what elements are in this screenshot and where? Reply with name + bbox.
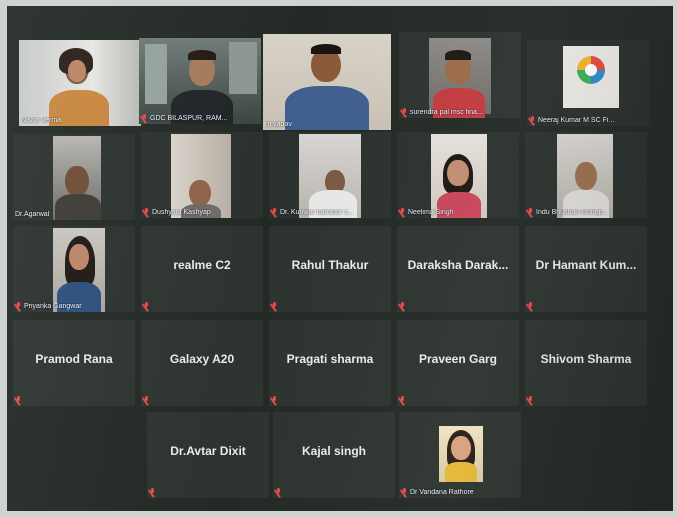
participant-name: Dr.Agarwal bbox=[15, 211, 50, 218]
participant-tile[interactable]: Kajal singh bbox=[273, 412, 395, 498]
meeting-gallery-view: Nisha Verma GDC BILASPUR, RAM... rp yada… bbox=[7, 6, 673, 511]
muted-mic-icon bbox=[527, 208, 534, 216]
participant-tile[interactable]: Pramod Rana bbox=[13, 320, 135, 406]
muted-mic-icon bbox=[271, 208, 278, 216]
muted-mic-icon bbox=[275, 488, 282, 496]
participant-video bbox=[139, 38, 261, 124]
participant-tile[interactable]: Dushyant Kashyap bbox=[141, 132, 263, 218]
participant-name: Indu Bhushan Mohap... bbox=[536, 208, 609, 216]
participant-tile[interactable]: Dr.Avtar Dixit bbox=[147, 412, 269, 498]
muted-mic-icon bbox=[143, 208, 150, 216]
muted-mic-icon bbox=[141, 114, 148, 122]
participant-tile[interactable]: Dr Hamant Kum... bbox=[525, 226, 647, 312]
muted-mic-icon bbox=[149, 488, 156, 496]
participant-video bbox=[19, 40, 141, 126]
participant-name: Praveen Garg bbox=[418, 352, 498, 366]
participant-video bbox=[269, 132, 391, 218]
participant-tile[interactable]: Neelima Singh bbox=[397, 132, 519, 218]
participant-name: Priyanka Gangwar bbox=[24, 302, 82, 310]
muted-mic-icon bbox=[271, 396, 278, 404]
participant-tile[interactable]: Indu Bhushan Mohap... bbox=[525, 132, 647, 218]
muted-mic-icon bbox=[529, 116, 536, 124]
participant-name: GDC BILASPUR, RAM... bbox=[150, 114, 228, 122]
participant-name: Neeraj Kumar M SC Fi... bbox=[538, 116, 615, 124]
participant-name: Galaxy A20 bbox=[169, 352, 235, 366]
muted-mic-icon bbox=[15, 302, 22, 310]
participant-tile[interactable]: Shivom Sharma bbox=[525, 320, 647, 406]
participant-name: Kajal singh bbox=[301, 444, 366, 458]
participant-tile[interactable]: realme C2 bbox=[141, 226, 263, 312]
participant-tile[interactable]: Galaxy A20 bbox=[141, 320, 263, 406]
participant-name: Pramod Rana bbox=[35, 352, 113, 366]
participant-video bbox=[141, 132, 263, 218]
muted-mic-icon bbox=[401, 488, 408, 496]
participant-name: realme C2 bbox=[173, 258, 231, 272]
participant-tile[interactable]: Daraksha Darak... bbox=[397, 226, 519, 312]
participant-video bbox=[263, 34, 391, 130]
participant-name: Dr Vandana Rathore bbox=[410, 488, 474, 496]
participant-name: Dr Hamant Kum... bbox=[535, 258, 637, 272]
participant-tile[interactable]: surendra pal msc fina... bbox=[399, 32, 521, 118]
participant-tile[interactable]: Dr. Kunwar bahadur s... bbox=[269, 132, 391, 218]
participant-video bbox=[525, 132, 647, 218]
muted-mic-icon bbox=[271, 302, 278, 310]
participant-name: Daraksha Darak... bbox=[407, 258, 509, 272]
participant-name: Dr.Avtar Dixit bbox=[170, 444, 246, 458]
participant-tile[interactable]: Dr Vandana Rathore bbox=[399, 412, 521, 498]
participant-video bbox=[13, 134, 135, 220]
participant-name: Nisha Verma bbox=[21, 117, 62, 124]
participant-name: Shivom Sharma bbox=[540, 352, 632, 366]
participant-name: Pragati sharma bbox=[286, 352, 374, 366]
participant-tile[interactable]: Praveen Garg bbox=[397, 320, 519, 406]
participant-tile[interactable]: Neeraj Kumar M SC Fi... bbox=[527, 40, 649, 126]
muted-mic-icon bbox=[527, 396, 534, 404]
participant-video bbox=[397, 132, 519, 218]
muted-mic-icon bbox=[399, 396, 406, 404]
participant-tile[interactable]: Dr.Agarwal bbox=[13, 134, 135, 220]
participant-video bbox=[399, 412, 521, 498]
muted-mic-icon bbox=[143, 396, 150, 404]
muted-mic-icon bbox=[401, 108, 408, 116]
participant-tile-active-speaker[interactable]: rp yadav bbox=[263, 34, 391, 130]
participant-name: surendra pal msc fina... bbox=[410, 108, 483, 116]
participant-video bbox=[399, 32, 521, 118]
participant-name: Dr. Kunwar bahadur s... bbox=[280, 208, 354, 216]
muted-mic-icon bbox=[399, 208, 406, 216]
muted-mic-icon bbox=[399, 302, 406, 310]
participant-name: rp yadav bbox=[265, 121, 292, 128]
muted-mic-icon bbox=[15, 396, 22, 404]
participant-video bbox=[527, 40, 649, 126]
muted-mic-icon bbox=[527, 302, 534, 310]
participant-name: Rahul Thakur bbox=[291, 258, 369, 272]
participant-name: Dushyant Kashyap bbox=[152, 208, 211, 216]
participant-name: Neelima Singh bbox=[408, 208, 454, 216]
participant-tile[interactable]: GDC BILASPUR, RAM... bbox=[139, 38, 261, 124]
participant-tile[interactable]: Rahul Thakur bbox=[269, 226, 391, 312]
muted-mic-icon bbox=[143, 302, 150, 310]
participant-tile[interactable]: Priyanka Gangwar bbox=[13, 226, 135, 312]
participant-video bbox=[13, 226, 135, 312]
participant-tile[interactable]: Nisha Verma bbox=[19, 40, 141, 126]
participant-tile[interactable]: Pragati sharma bbox=[269, 320, 391, 406]
